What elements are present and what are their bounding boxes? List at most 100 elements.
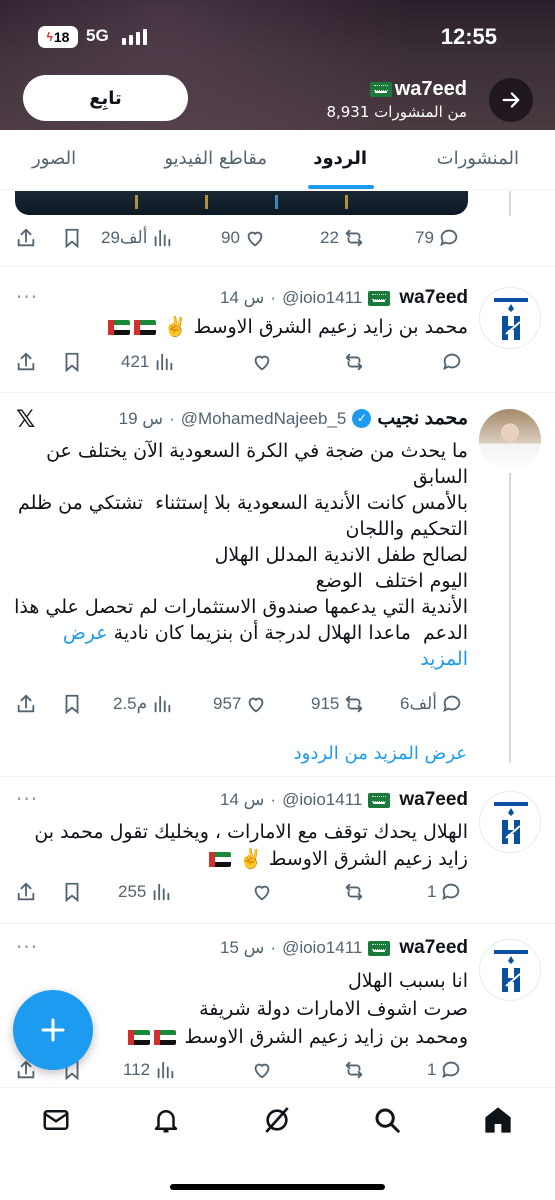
reply-button[interactable]: 79: [415, 223, 460, 253]
like-button[interactable]: [251, 1055, 273, 1085]
network-type: 5G: [86, 26, 109, 45]
like-button[interactable]: [251, 347, 273, 377]
heart-icon: [254, 1063, 270, 1079]
tab-photos[interactable]: الصور: [32, 148, 76, 169]
more-options-icon[interactable]: ···: [16, 935, 38, 959]
author-handle[interactable]: @ioio1411: [282, 938, 362, 958]
heart-icon: [249, 697, 264, 713]
share-button[interactable]: [15, 223, 37, 253]
author-handle[interactable]: @ioio1411: [282, 790, 362, 810]
nav-notifications[interactable]: [148, 1102, 184, 1138]
share-button[interactable]: [15, 689, 37, 719]
bookmark-button[interactable]: [61, 877, 83, 907]
more-options-icon[interactable]: ···: [16, 787, 38, 811]
views-button[interactable]: 255: [118, 877, 172, 907]
reply-button[interactable]: [441, 347, 463, 377]
nav-messages[interactable]: [38, 1102, 74, 1138]
divider: [0, 776, 555, 777]
tweet-media[interactable]: [15, 191, 468, 215]
saudi-flag-icon: [369, 82, 392, 98]
avatar[interactable]: [479, 939, 541, 1001]
charging-icon: ϟ: [46, 30, 53, 44]
views-button[interactable]: 29ألف: [101, 223, 173, 253]
avatar[interactable]: [479, 409, 541, 471]
tweet-actions: 421: [15, 347, 470, 377]
heart-icon: [254, 355, 270, 371]
nav-grok[interactable]: [259, 1102, 295, 1138]
divider: [0, 266, 555, 267]
author-name[interactable]: wa7eed: [399, 789, 468, 811]
active-tab-indicator: [308, 185, 374, 189]
compose-button[interactable]: [13, 990, 93, 1070]
replies-count: 1: [427, 882, 437, 901]
bookmark-button[interactable]: [61, 347, 83, 377]
avatar[interactable]: [479, 287, 541, 349]
bookmark-icon: [65, 694, 79, 715]
like-button[interactable]: 957: [213, 689, 267, 719]
replies-feed[interactable]: 29ألف 90 22 79 wa7eed @ioio1411 · 14 س ·…: [0, 191, 555, 1087]
like-button[interactable]: 90: [221, 223, 266, 253]
divider: [0, 923, 555, 924]
repost-button[interactable]: 22: [320, 223, 365, 253]
mail-icon: [43, 1110, 69, 1130]
bookmark-button[interactable]: [61, 689, 83, 719]
views-button[interactable]: 2.5م: [113, 689, 173, 719]
tweet-text[interactable]: محمد بن زايد زعيم الشرق الاوسط ✌️: [13, 315, 468, 340]
repost-icon: [346, 695, 363, 713]
like-button[interactable]: [251, 877, 273, 907]
bookmark-button[interactable]: [61, 223, 83, 253]
divider: [0, 392, 555, 393]
tweet-header: محمد نجيب ✓ @MohamedNajeeb_5 · 19 س: [118, 407, 468, 430]
tab-posts[interactable]: المنشورات: [437, 148, 519, 169]
saudi-flag-icon: [368, 792, 391, 808]
repost-button[interactable]: [343, 347, 365, 377]
reply-button[interactable]: 1: [427, 1055, 462, 1085]
reply-button[interactable]: 6ألف: [400, 689, 463, 719]
tab-videos[interactable]: مقاطع الفيديو: [164, 148, 267, 169]
show-more-replies-link[interactable]: عرض المزيد من الردود: [294, 743, 467, 764]
share-icon: [17, 882, 35, 901]
views-icon: [157, 353, 173, 371]
bookmark-icon: [65, 352, 79, 373]
views-count: 2.5م: [113, 694, 148, 713]
posts-count: 8,931 من المنشورات: [326, 103, 467, 121]
repost-button[interactable]: [343, 877, 365, 907]
tweet-text[interactable]: الهلال يحدك توقف مع الامارات ، ويخليك تق…: [13, 819, 468, 873]
repost-button[interactable]: 915: [311, 689, 365, 719]
reply-button[interactable]: 1: [427, 877, 462, 907]
tweet-actions: 112 1: [15, 1055, 470, 1085]
author-name[interactable]: wa7eed: [399, 287, 468, 309]
repost-button[interactable]: [343, 1055, 365, 1085]
repost-icon: [345, 353, 363, 371]
thread-line: [509, 191, 511, 216]
author-name[interactable]: محمد نجيب: [377, 407, 468, 430]
tab-replies[interactable]: الردود: [313, 148, 367, 169]
tweet-actions: 29ألف 90 22 79: [15, 223, 470, 253]
nav-home[interactable]: [480, 1102, 516, 1138]
tweet-text[interactable]: ما يحدث من ضجة في الكرة السعودية الآن يخ…: [13, 438, 468, 672]
tweet-time: 19 س: [118, 408, 164, 428]
share-button[interactable]: [15, 877, 37, 907]
tweet-header: wa7eed @ioio1411 · 14 س: [219, 287, 468, 309]
home-indicator: [170, 1184, 385, 1190]
views-count: 421: [121, 352, 150, 371]
author-name[interactable]: wa7eed: [399, 937, 468, 959]
views-button[interactable]: 421: [121, 347, 175, 377]
search-icon: [375, 1108, 400, 1133]
more-options-icon[interactable]: ···: [16, 285, 38, 309]
share-button[interactable]: [15, 347, 37, 377]
views-button[interactable]: 112: [123, 1055, 176, 1085]
reply-icon: [442, 1061, 460, 1079]
back-button[interactable]: [489, 78, 533, 122]
share-icon: [17, 352, 35, 371]
follow-button[interactable]: تابِع: [23, 75, 188, 121]
nav-search[interactable]: [369, 1102, 405, 1138]
views-count: 112: [123, 1060, 151, 1079]
tweet-actions: 2.5م 957 915 6ألف: [15, 689, 470, 719]
author-handle[interactable]: @ioio1411: [282, 288, 362, 308]
author-handle[interactable]: @MohamedNajeeb_5: [181, 409, 347, 429]
uae-flag-icon: [133, 320, 156, 335]
avatar[interactable]: [479, 791, 541, 853]
heart-icon: [254, 885, 270, 901]
repost-icon: [345, 883, 363, 901]
